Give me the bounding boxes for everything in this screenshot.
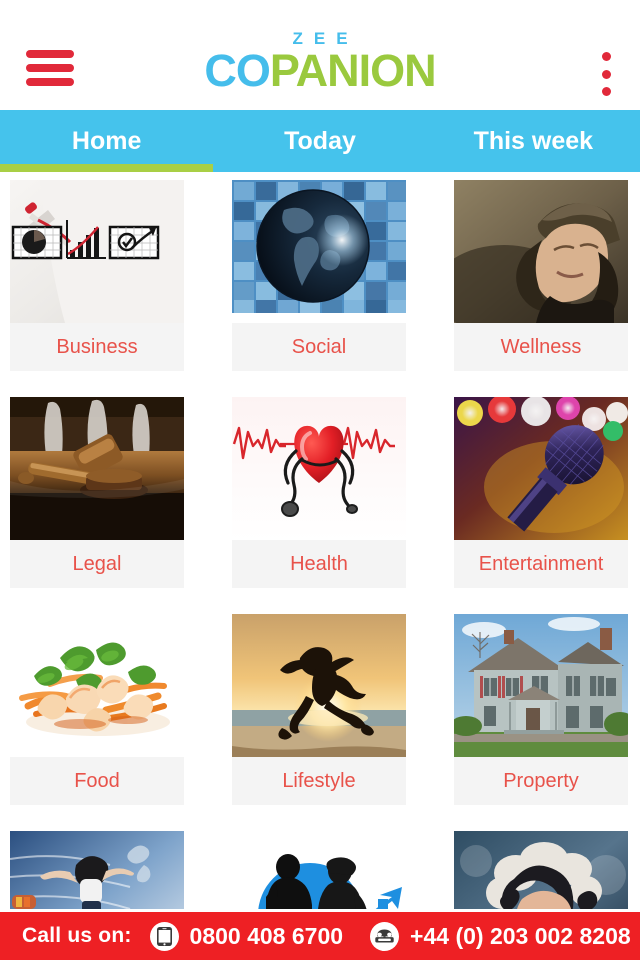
business-deal-handshake-illustration <box>232 831 406 909</box>
landline-phone-icon <box>370 921 400 951</box>
app-logo: ZEE COPANION <box>0 30 640 100</box>
category-card-sports[interactable] <box>10 831 184 909</box>
food-shrimp-vegetable-stirfry-photo <box>10 614 184 757</box>
app-header: ZEE COPANION <box>0 0 640 110</box>
category-card-business[interactable]: Business <box>10 180 184 371</box>
category-card-label: Entertainment <box>454 540 628 588</box>
tab-this-week[interactable]: This week <box>427 110 640 172</box>
category-card-health[interactable]: Health <box>232 397 406 588</box>
category-card-beauty[interactable] <box>454 831 628 909</box>
kebab-menu-icon[interactable] <box>598 52 614 96</box>
category-card-label: Property <box>454 757 628 805</box>
category-card-wellness[interactable]: Wellness <box>454 180 628 371</box>
sports-woman-jumping-sky-photo <box>10 831 184 909</box>
category-card-deal[interactable] <box>232 831 406 909</box>
category-card-entertainment[interactable]: Entertainment <box>454 397 628 588</box>
grid-row-partial <box>0 831 640 912</box>
grid-row: Legal Health Entertainment <box>0 397 640 614</box>
landline-phone-number: +44 (0) 203 002 8208 <box>410 922 631 949</box>
contact-footer-bar: Call us on: 0800 408 6700 +44 (0) 203 00… <box>0 912 640 960</box>
lifestyle-woman-jumping-beach-sunset-photo <box>232 614 406 757</box>
category-card-label: Wellness <box>454 323 628 371</box>
logo-text-part-blue: CO <box>204 45 270 96</box>
entertainment-microphone-stage-lights-photo <box>454 397 628 540</box>
mobile-phone-icon <box>149 921 179 951</box>
category-card-label: Health <box>232 540 406 588</box>
category-card-label: Business <box>10 323 184 371</box>
contact-landline[interactable]: +44 (0) 203 002 8208 <box>370 921 631 951</box>
beauty-woman-portrait-photo <box>454 831 628 909</box>
category-card-label: Social <box>232 323 406 371</box>
category-card-food[interactable]: Food <box>10 614 184 805</box>
app-screen: ZEE COPANION Home Today This week Busine… <box>0 0 640 960</box>
business-hand-drawing-charts-photo <box>10 180 184 323</box>
call-us-label: Call us on: <box>22 924 132 947</box>
category-card-legal[interactable]: Legal <box>10 397 184 588</box>
social-globe-network-photo <box>232 180 406 323</box>
tab-home[interactable]: Home <box>0 110 213 172</box>
legal-gavel-on-desk-photo <box>10 397 184 540</box>
category-card-label: Legal <box>10 540 184 588</box>
contact-mobile[interactable]: 0800 408 6700 <box>149 921 344 951</box>
logo-text-part-green: PANION <box>269 45 437 96</box>
active-tab-indicator <box>0 164 213 172</box>
tab-today[interactable]: Today <box>213 110 426 172</box>
category-card-label: Food <box>10 757 184 805</box>
category-card-property[interactable]: Property <box>454 614 628 805</box>
hamburger-menu-icon[interactable] <box>26 50 74 86</box>
wellness-woman-relaxing-sepia-photo <box>454 180 628 323</box>
category-card-lifestyle[interactable]: Lifestyle <box>232 614 406 805</box>
grid-row: Food Lifestyle Property <box>0 614 640 831</box>
category-card-label: Lifestyle <box>232 757 406 805</box>
tab-bar: Home Today This week <box>0 110 640 172</box>
grid-row: Business Social Wellness <box>0 180 640 397</box>
logo-zee-text: ZEE <box>292 29 359 48</box>
logo-companion-text: COPANION <box>204 45 437 96</box>
category-card-social[interactable]: Social <box>232 180 406 371</box>
mobile-phone-number: 0800 408 6700 <box>189 922 344 949</box>
property-victorian-house-photo <box>454 614 628 757</box>
health-heart-stethoscope-ecg-photo <box>232 397 406 540</box>
category-grid: Business Social Wellness Legal Health En… <box>0 180 640 912</box>
